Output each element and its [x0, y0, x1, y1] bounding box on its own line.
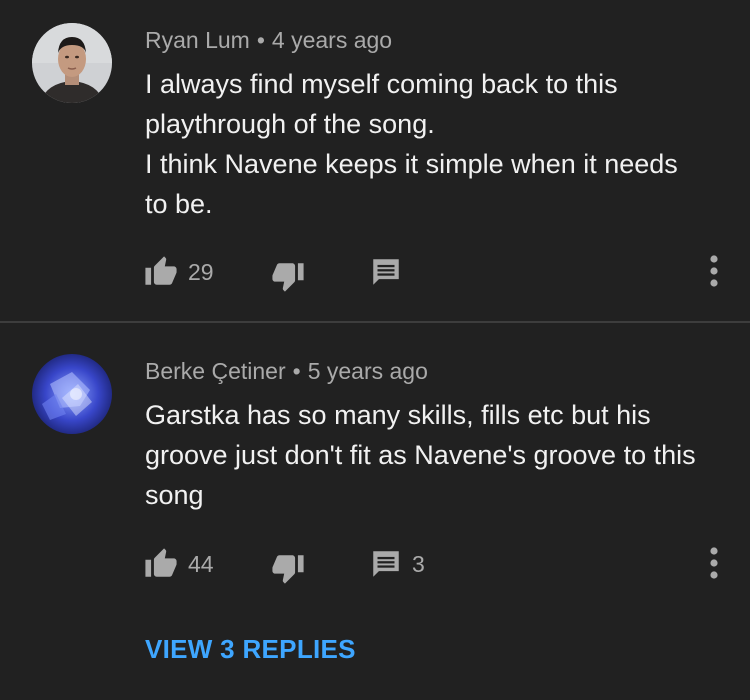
author-name[interactable]: Ryan Lum	[145, 27, 250, 53]
comment-item: Berke Çetiner • 5 years ago Garstka has so…	[0, 323, 750, 700]
reply-comment-icon[interactable]	[369, 547, 403, 581]
meta-separator: •	[256, 27, 265, 53]
comment-text: I always find myself coming back to this…	[145, 64, 735, 224]
more-vertical-icon[interactable]	[699, 253, 729, 289]
avatar[interactable]	[32, 23, 112, 103]
comment-actions: 44 3	[0, 543, 750, 585]
author-name[interactable]: Berke Çetiner	[145, 358, 286, 384]
comment-line: I always find myself coming back to this	[145, 69, 618, 99]
thumbs-up-icon[interactable]	[144, 547, 178, 581]
thumbs-down-icon[interactable]	[271, 259, 305, 293]
user-photo-avatar-icon	[32, 23, 112, 103]
comment-text: Garstka has so many skills, fills etc bu…	[145, 395, 735, 515]
meta-separator: •	[292, 358, 301, 384]
comment-line: to be.	[145, 189, 213, 219]
comment-timestamp[interactable]: 4 years ago	[272, 27, 392, 53]
reply-comment-icon[interactable]	[369, 255, 403, 289]
reply-count: 3	[412, 551, 425, 577]
comment-meta: Ryan Lum • 4 years ago	[145, 25, 392, 55]
like-count: 29	[188, 259, 214, 285]
avatar[interactable]	[32, 354, 112, 434]
comment-meta: Berke Çetiner • 5 years ago	[145, 356, 428, 386]
abstract-blue-avatar-icon	[32, 354, 112, 434]
comment-timestamp[interactable]: 5 years ago	[308, 358, 428, 384]
comment-line: groove just don't fit as Navene's groove…	[145, 440, 696, 470]
comment-item: Ryan Lum • 4 years ago I always find mysel…	[0, 0, 750, 322]
comment-actions: 29	[0, 251, 750, 293]
view-replies-button[interactable]: VIEW 3 REPLIES	[145, 632, 356, 666]
thumbs-down-icon[interactable]	[271, 551, 305, 585]
comment-line: I think Navene keeps it simple when it n…	[145, 149, 678, 179]
more-vertical-icon[interactable]	[699, 545, 729, 581]
comment-line: Garstka has so many skills, fills etc bu…	[145, 400, 651, 430]
like-count: 44	[188, 551, 214, 577]
thumbs-up-icon[interactable]	[144, 255, 178, 289]
comment-line: playthrough of the song.	[145, 109, 435, 139]
comment-line: song	[145, 480, 204, 510]
